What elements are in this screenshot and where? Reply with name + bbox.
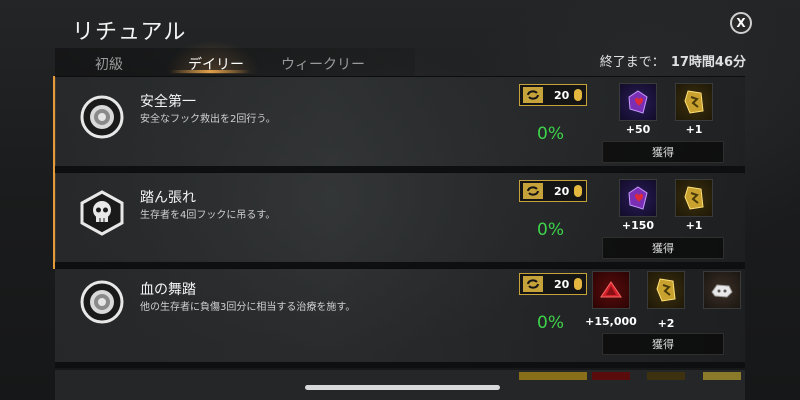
reward-amount: +2	[657, 317, 675, 330]
row-divider	[55, 362, 745, 368]
reward-partial	[703, 372, 741, 380]
points-value: 20	[554, 184, 570, 198]
reward-partial	[592, 372, 630, 380]
ritual-progress: 0%	[537, 313, 564, 333]
points-badge-partial	[519, 372, 587, 380]
reward-partial	[647, 372, 685, 380]
auric-coin-icon	[574, 89, 583, 101]
killer-skull-icon	[80, 190, 124, 236]
active-tab-underline	[170, 70, 250, 73]
reroll-icon[interactable]	[523, 183, 543, 199]
end-timer: 終了まで： 17時間46分	[600, 51, 746, 70]
auric-coin-icon	[574, 185, 583, 197]
bloodpoints-icon	[592, 271, 630, 309]
close-button[interactable]: X	[730, 12, 752, 34]
home-indicator[interactable]	[305, 385, 500, 390]
ritual-description: 生存者を4回フックに吊るす。	[140, 210, 276, 221]
ritual-row[interactable]: 血の舞踏 他の生存者に負傷3回分に相当する治療を施す。 20 0% +15,00…	[55, 268, 745, 362]
auric-coin-icon	[574, 278, 583, 290]
timer-value: 17時間46分	[670, 55, 746, 70]
reward-amount: +1	[685, 219, 703, 232]
ritual-title: 安全第一	[140, 94, 196, 110]
rift-fragment-icon	[675, 83, 713, 121]
offering-icon	[703, 271, 741, 309]
ritual-row[interactable]: 安全第一 安全なフック救出を2回行う。 20 0% +50 +1 獲得	[55, 76, 745, 166]
reward-amount: +50	[625, 123, 651, 136]
iridescent-shard-icon	[619, 179, 657, 217]
rift-fragment-icon	[647, 271, 685, 309]
ritual-description: 他の生存者に負傷3回分に相当する治療を施す。	[140, 302, 356, 313]
ritual-points-badge: 20	[519, 273, 587, 295]
claim-button[interactable]: 獲得	[602, 333, 724, 355]
survivor-emblem-icon	[80, 95, 124, 139]
reroll-icon[interactable]	[523, 87, 543, 103]
tab-beginner[interactable]: 初級	[95, 54, 123, 74]
ritual-title: 血の舞踏	[140, 282, 196, 298]
iridescent-shard-icon	[619, 83, 657, 121]
reward-amount: +1	[685, 123, 703, 136]
ritual-points-badge: 20	[519, 84, 587, 106]
rift-fragment-icon	[675, 179, 713, 217]
survivor-emblem-icon	[80, 280, 124, 324]
ritual-progress: 0%	[537, 124, 564, 144]
ritual-description: 安全なフック救出を2回行う。	[140, 114, 276, 125]
claim-button[interactable]: 獲得	[602, 141, 724, 163]
reward-amount: +150	[621, 219, 655, 232]
timer-label: 終了まで：	[599, 55, 665, 70]
points-value: 20	[554, 277, 570, 291]
ritual-row[interactable]: 踏ん張れ 生存者を4回フックに吊るす。 20 0% +150 +1 獲得	[55, 172, 745, 262]
tab-weekly[interactable]: ウィークリー	[281, 54, 365, 74]
points-value: 20	[554, 88, 570, 102]
reward-amount: +15,000	[585, 315, 637, 328]
ritual-progress: 0%	[537, 220, 564, 240]
claim-button[interactable]: 獲得	[602, 237, 724, 259]
ritual-title: 踏ん張れ	[140, 190, 196, 206]
ritual-points-badge: 20	[519, 180, 587, 202]
ritual-list[interactable]: 安全第一 安全なフック救出を2回行う。 20 0% +50 +1 獲得 踏ん張れ…	[55, 76, 745, 400]
reroll-icon[interactable]	[523, 276, 543, 292]
